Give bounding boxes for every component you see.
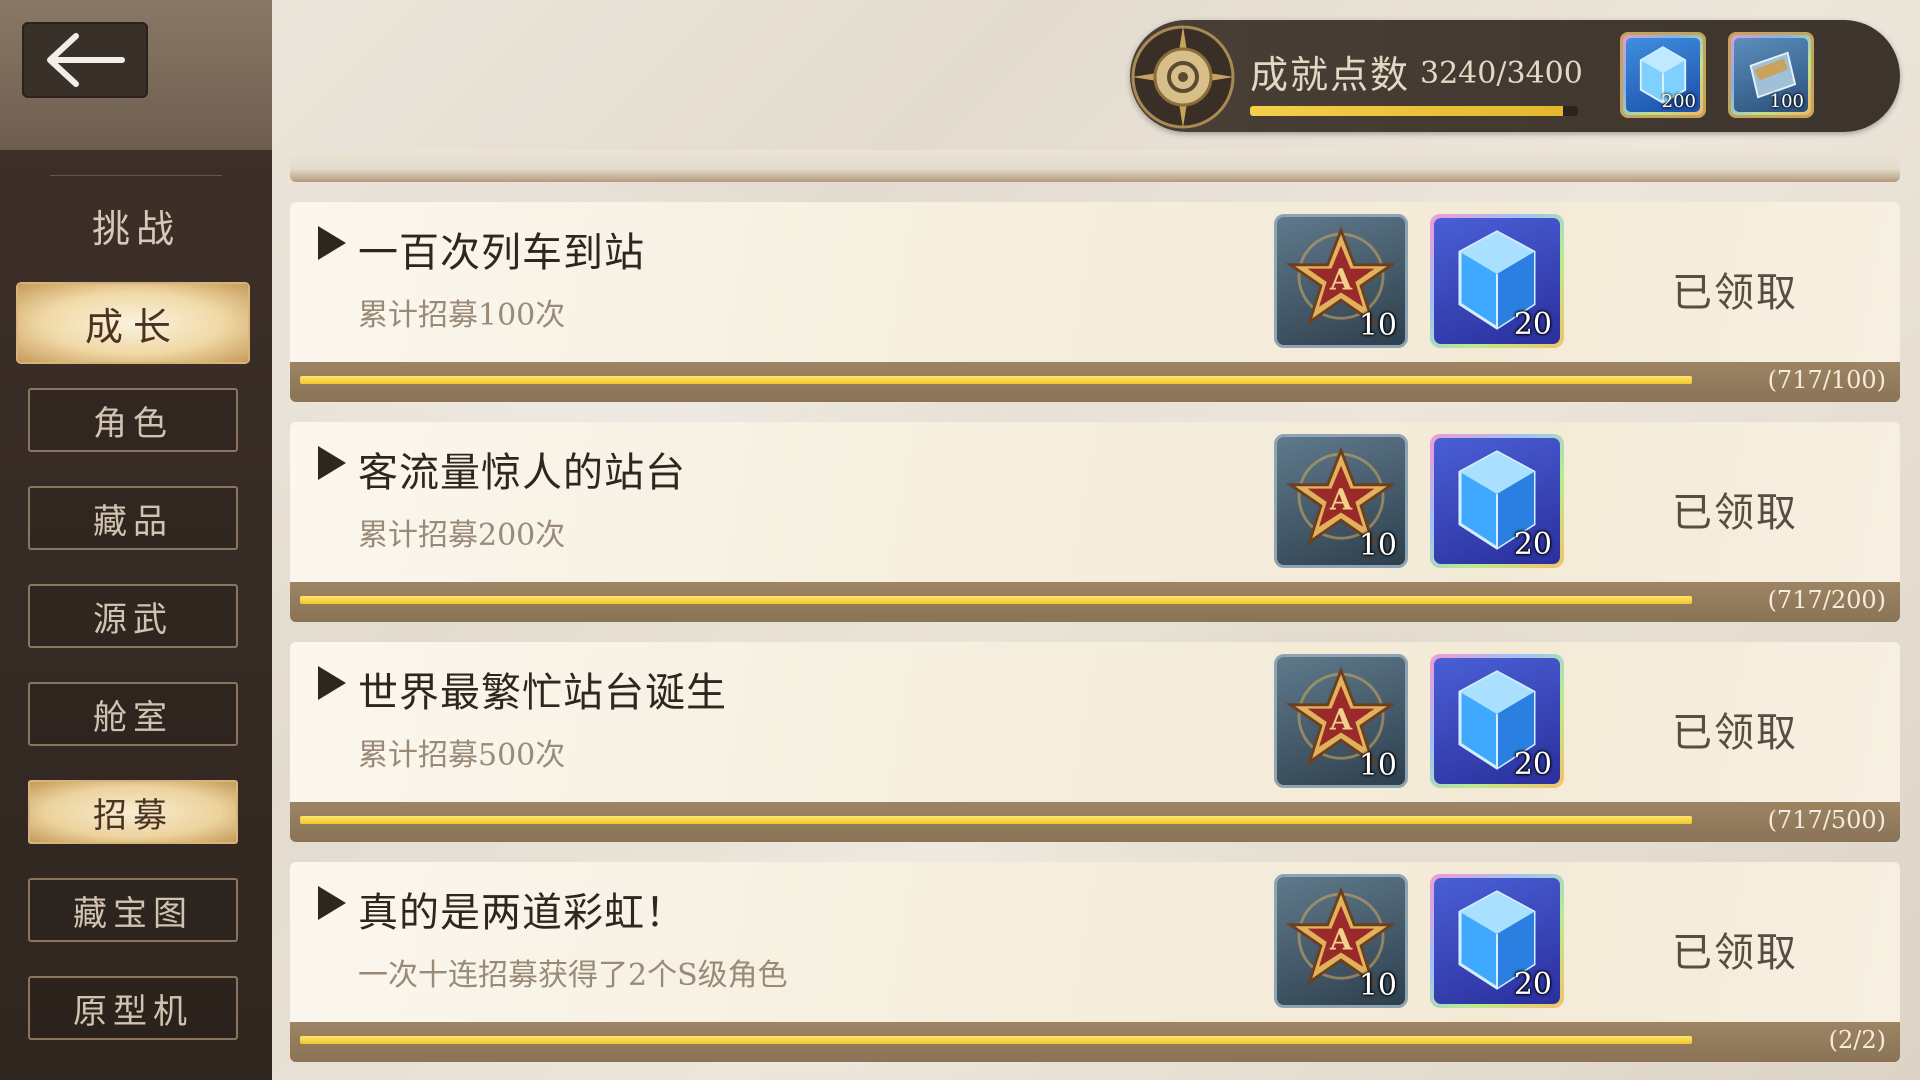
back-button[interactable] [22, 22, 148, 98]
reward-count: 20 [1513, 967, 1552, 1002]
reward-crystal[interactable]: 20 [1430, 874, 1564, 1008]
achievement-progress-text: (717/500) [1767, 806, 1886, 834]
svg-text:A: A [1329, 263, 1353, 297]
achievement-points-bar-fill [1250, 106, 1563, 116]
expand-arrow-icon[interactable] [318, 226, 346, 260]
achievement-progress-fill [300, 376, 1692, 384]
sidebar-item-recruit[interactable]: 招募 [28, 780, 238, 844]
achievement-description: 累计招募500次 [358, 738, 566, 773]
achievement-progress-text: (2/2) [1828, 1026, 1886, 1054]
svg-text:A: A [1329, 483, 1353, 517]
reward-badge[interactable]: A 10 [1274, 214, 1408, 348]
reward-count: 10 [1358, 528, 1397, 563]
achievement-medal-icon [1131, 25, 1235, 129]
achievement-progress-text: (717/100) [1767, 366, 1886, 394]
expand-arrow-icon[interactable] [318, 666, 346, 700]
sidebar: 挑战 成长 角色 藏品 源武 舱室 招募 藏宝图 原型机 [0, 0, 272, 1080]
expand-arrow-icon[interactable] [318, 886, 346, 920]
achievement-description: 累计招募200次 [358, 518, 566, 553]
achievement-points-label: 成就点数 [1250, 53, 1411, 97]
achievement-title: 世界最繁忙站台诞生 [358, 670, 727, 716]
reward-count: 10 [1358, 748, 1397, 783]
title-divider [50, 175, 222, 176]
achievement-progress-fill [300, 816, 1692, 824]
claimed-status: 已领取 [1672, 930, 1798, 976]
reward-crystal[interactable]: 20 [1430, 654, 1564, 788]
expand-arrow-icon[interactable] [318, 446, 346, 480]
reward-count: 20 [1513, 527, 1552, 562]
reward-count: 10 [1358, 968, 1397, 1003]
reward-crystal[interactable]: 20 [1430, 434, 1564, 568]
achievement-description: 一次十连招募获得了2个S级角色 [358, 958, 788, 993]
achievement-card-body: 一百次列车到站 累计招募100次 A 10 20 已领取 [290, 202, 1900, 362]
svg-text:A: A [1329, 923, 1353, 957]
achievement-points-bar [1250, 106, 1578, 116]
tab-growth[interactable]: 成长 [18, 284, 248, 362]
claimed-status: 已领取 [1672, 710, 1798, 756]
chest-count: 100 [1769, 91, 1804, 112]
achievement-title: 客流量惊人的站台 [358, 450, 686, 496]
achievement-progress-row: (717/200) [290, 582, 1900, 622]
chest-count: 200 [1661, 91, 1696, 112]
reward-badge[interactable]: A 10 [1274, 434, 1408, 568]
achievement-progress-fill [300, 1036, 1692, 1044]
achievement-progress-row: (2/2) [290, 1022, 1900, 1062]
achievement-title: 真的是两道彩虹！ [358, 890, 686, 936]
achievement-card: 真的是两道彩虹！ 一次十连招募获得了2个S级角色 A 10 20 已领取 (2/… [290, 862, 1900, 1062]
list-top-edge [290, 150, 1900, 182]
sidebar-item-collection[interactable]: 藏品 [28, 486, 238, 550]
sidebar-item-treasure-map[interactable]: 藏宝图 [28, 878, 238, 942]
achievement-progress-bar [300, 816, 1692, 824]
achievement-card: 世界最繁忙站台诞生 累计招募500次 A 10 20 已领取 (717/500) [290, 642, 1900, 842]
achievement-points-value: 3240/3400 [1420, 56, 1583, 91]
claimed-status: 已领取 [1672, 270, 1798, 316]
achievement-progress-fill [300, 596, 1692, 604]
achievement-progress-text: (717/200) [1767, 586, 1886, 614]
achievement-card: 一百次列车到站 累计招募100次 A 10 20 已领取 (717/100) [290, 202, 1900, 402]
achievement-card: 客流量惊人的站台 累计招募200次 A 10 20 已领取 (717/200) [290, 422, 1900, 622]
achievement-description: 累计招募100次 [358, 298, 566, 333]
sidebar-item-cabin[interactable]: 舱室 [28, 682, 238, 746]
reward-count: 10 [1358, 308, 1397, 343]
reward-count: 20 [1513, 747, 1552, 782]
reward-chest-crystal[interactable]: 200 [1620, 32, 1706, 118]
achievement-title: 一百次列车到站 [358, 230, 645, 276]
section-title: 挑战 [91, 207, 180, 251]
reward-chest-treasure[interactable]: 100 [1728, 32, 1814, 118]
achievement-progress-bar [300, 596, 1692, 604]
achievement-progress-row: (717/100) [290, 362, 1900, 402]
claimed-status: 已领取 [1672, 490, 1798, 536]
achievement-progress-row: (717/500) [290, 802, 1900, 842]
svg-text:A: A [1329, 703, 1353, 737]
reward-crystal[interactable]: 20 [1430, 214, 1564, 348]
reward-count: 20 [1513, 307, 1552, 342]
reward-badge[interactable]: A 10 [1274, 654, 1408, 788]
sidebar-item-weapon[interactable]: 源武 [28, 584, 238, 648]
achievement-card-body: 真的是两道彩虹！ 一次十连招募获得了2个S级角色 A 10 20 已领取 [290, 862, 1900, 1022]
sidebar-item-prototype[interactable]: 原型机 [28, 976, 238, 1040]
back-arrow-icon [47, 33, 125, 87]
achievement-progress-bar [300, 376, 1692, 384]
sidebar-item-character[interactable]: 角色 [28, 388, 238, 452]
reward-badge[interactable]: A 10 [1274, 874, 1408, 1008]
achievement-card-body: 客流量惊人的站台 累计招募200次 A 10 20 已领取 [290, 422, 1900, 582]
achievement-progress-bar [300, 1036, 1692, 1044]
achievement-card-body: 世界最繁忙站台诞生 累计招募500次 A 10 20 已领取 [290, 642, 1900, 802]
